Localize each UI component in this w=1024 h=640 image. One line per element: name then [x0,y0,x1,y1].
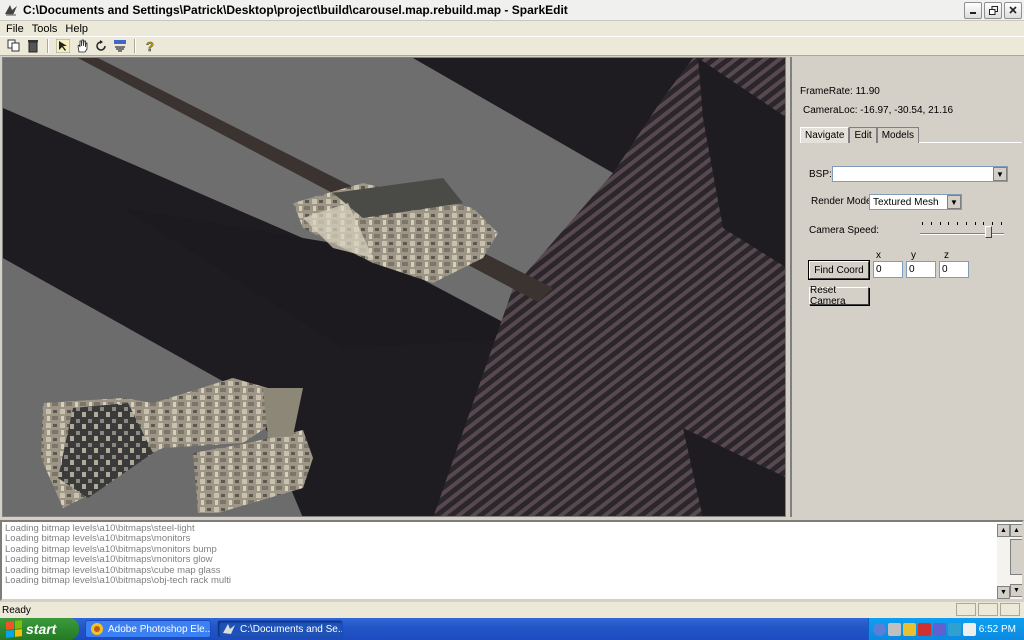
coord-z-input[interactable]: 0 [939,261,969,278]
chevron-down-icon[interactable]: ▼ [993,167,1007,181]
menu-bar: File Tools Help [0,21,1024,36]
framerate-readout: FrameRate: 11.90 [800,86,880,97]
scene-render [3,58,785,516]
reset-camera-button[interactable]: Reset Camera [809,285,869,307]
close-button[interactable] [1004,1,1022,19]
messenger-icon[interactable] [933,622,946,636]
toolbar: ? [0,36,1024,56]
antivirus-icon[interactable] [918,622,931,636]
start-button[interactable]: start [0,618,79,640]
chevron-down-icon[interactable]: ▼ [947,195,961,209]
info-button[interactable] [112,38,128,54]
render-mode-value: Textured Mesh [873,196,939,208]
taskbar: start Adobe Photoshop Ele... C:\Document… [0,618,1024,640]
camera-location-readout: CameraLoc: -16.97, -30.54, 21.16 [803,105,954,116]
start-label: start [26,621,57,637]
log-line: Loading bitmap levels\a10\bitmaps\obj-te… [5,575,232,587]
window-title: C:\Documents and Settings\Patrick\Deskto… [23,3,568,17]
render-mode-label: Render Mode: [811,196,875,207]
log-output[interactable]: Loading bitmap levels\a10\bitmaps\steel-… [0,520,1024,601]
restore-button[interactable] [984,1,1002,19]
menu-tools[interactable]: Tools [28,23,62,35]
status-bar: Ready [0,602,1024,618]
copy-icon [7,39,20,52]
delete-icon [28,40,38,53]
coord-y-input[interactable]: 0 [906,261,936,278]
copy-button[interactable] [6,38,22,54]
info-icon [114,40,126,52]
status-text: Ready [2,604,31,616]
menu-help[interactable]: Help [61,23,92,35]
scroll-up-icon[interactable]: ▲ [1010,524,1022,537]
find-coord-button[interactable]: Find Coord [808,260,870,280]
axis-x-label: x [876,250,881,261]
help-icon: ? [146,39,155,53]
render-mode-select[interactable]: Textured Mesh ▼ [869,194,962,210]
help-button[interactable]: ? [142,38,158,54]
coord-x-input[interactable]: 0 [873,261,903,278]
log-scrollbar-inner[interactable]: ▲ ▼ [997,524,1010,599]
bsp-label: BSP: [809,169,832,180]
tab-models[interactable]: Models [876,127,919,143]
select-button[interactable] [55,38,71,54]
back-arrow-icon[interactable] [873,622,886,636]
scroll-down-icon[interactable]: ▼ [1010,584,1022,597]
windows-logo-icon [6,620,22,638]
clock: 6:52 PM [978,623,1016,635]
scroll-down-icon[interactable]: ▼ [997,586,1010,599]
slider-thumb[interactable] [985,226,992,238]
shield-icon[interactable] [903,622,916,636]
camera-speed-label: Camera Speed: [809,225,880,236]
menu-file[interactable]: File [2,23,28,35]
minimize-icon [970,12,976,14]
rotate-icon [96,40,106,51]
svg-text:?: ? [146,39,154,53]
hand-pan-icon [77,39,88,53]
axis-y-label: y [911,250,916,261]
render-viewport[interactable] [2,57,786,517]
log-lines: Loading bitmap levels\a10\bitmaps\steel-… [5,523,995,587]
tab-navigate[interactable]: Navigate [800,127,850,143]
sparkedit-app-icon [223,624,235,634]
taskbar-item-sparkedit[interactable]: C:\Documents and Se... [217,620,343,638]
scroll-up-icon[interactable]: ▲ [997,524,1010,537]
update-icon[interactable] [963,622,976,636]
tab-edit[interactable]: Edit [849,127,877,143]
system-tray: 6:52 PM [868,618,1024,640]
title-bar: C:\Documents and Settings\Patrick\Deskto… [0,0,1024,21]
status-panel [956,603,976,616]
minimize-button[interactable] [964,1,982,19]
camera-speed-slider[interactable] [920,222,1004,238]
log-scrollbar[interactable]: ▲ ▼ [1010,524,1022,599]
task-label: C:\Documents and Se... [240,623,343,635]
network-icon[interactable] [888,622,901,636]
photoshop-elements-icon [91,623,103,635]
status-panel [978,603,998,616]
toolbar-separator [134,39,136,53]
select-icon [56,39,70,53]
sparkedit-app-icon [5,5,17,16]
properties-panel: FrameRate: 11.90 CameraLoc: -16.97, -30.… [790,57,1024,517]
panel-tabs: Navigate Edit Models [800,127,1022,143]
hand-pan-button[interactable] [74,38,90,54]
status-panel [1000,603,1020,616]
close-icon [1009,6,1017,14]
toolbar-separator [47,39,49,53]
task-label: Adobe Photoshop Ele... [108,623,211,635]
axis-z-label: z [944,250,949,261]
volume-icon[interactable] [948,622,961,636]
scroll-thumb[interactable] [1010,539,1022,575]
delete-button[interactable] [25,38,41,54]
taskbar-item-photoshop[interactable]: Adobe Photoshop Ele... [85,620,211,638]
bsp-select[interactable]: ▼ [832,166,1008,182]
rotate-button[interactable] [93,38,109,54]
restore-icon [988,5,998,15]
